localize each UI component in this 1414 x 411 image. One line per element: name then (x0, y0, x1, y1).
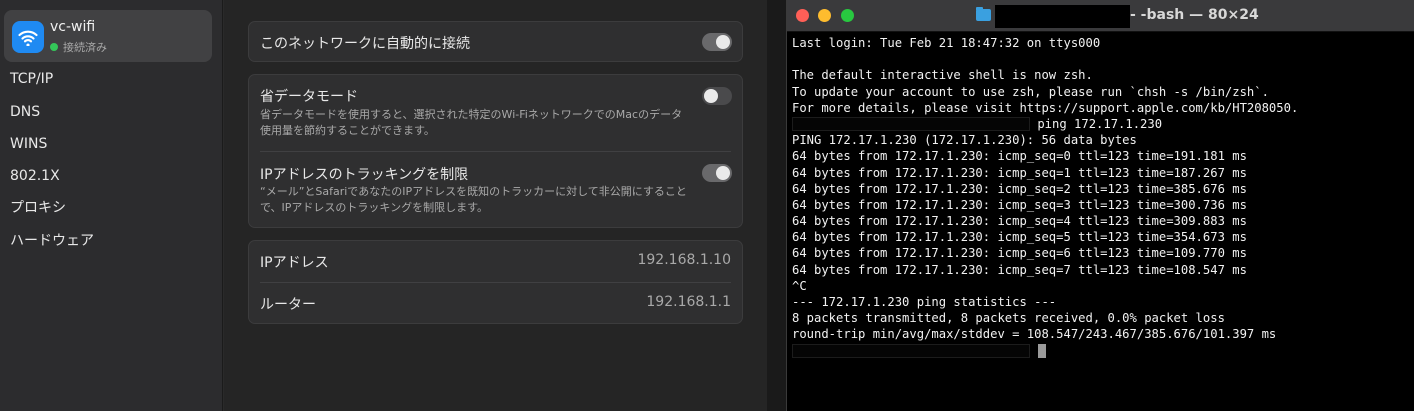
privacy-group: 省データモード 省データモードを使用すると、選択された特定のWi-Fiネットワー… (248, 74, 743, 228)
terminal-line: ^C (792, 278, 807, 293)
auto-join-group: このネットワークに自動的に接続 (248, 21, 743, 62)
sidebar-item-wins[interactable]: WINS (10, 134, 47, 154)
terminal-line: PING 172.17.1.230 (172.17.1.230): 56 dat… (792, 133, 1137, 148)
network-status-label: 接続済み (63, 41, 107, 54)
terminal-title: - -bash — 80×24 (1130, 7, 1259, 23)
low-data-mode-toggle[interactable] (702, 87, 732, 105)
terminal-line: 64 bytes from 172.17.1.230: icmp_seq=4 t… (792, 214, 1247, 229)
close-button[interactable] (796, 9, 809, 22)
terminal-line: 64 bytes from 172.17.1.230: icmp_seq=5 t… (792, 230, 1247, 245)
terminal-line: 64 bytes from 172.17.1.230: icmp_seq=6 t… (792, 246, 1247, 261)
auto-join-label: このネットワークに自動的に接続 (260, 36, 470, 52)
terminal-prompt-line: ping 172.17.1.230 (792, 116, 1410, 132)
terminal-line: round-trip min/avg/max/stddev = 108.547/… (792, 327, 1277, 342)
ip-address-value: 192.168.1.10 (637, 252, 731, 268)
settings-content: このネットワークに自動的に接続 省データモード 省データモードを使用すると、選択… (224, 0, 767, 411)
network-name: vc-wifi (50, 19, 96, 35)
window-gap (767, 0, 786, 411)
router-value: 192.168.1.1 (646, 294, 731, 310)
terminal-line: 64 bytes from 172.17.1.230: icmp_seq=0 t… (792, 149, 1247, 164)
terminal-line: To update your account to use zsh, pleas… (792, 84, 1269, 99)
zoom-button[interactable] (841, 9, 854, 22)
terminal-line: --- 172.17.1.230 ping statistics --- (792, 295, 1057, 309)
terminal-command: ping 172.17.1.230 (1030, 116, 1163, 131)
redacted-prompt (792, 344, 1030, 359)
terminal-titlebar[interactable]: - -bash — 80×24 (787, 0, 1414, 32)
sidebar-item-hardware[interactable]: ハードウェア (10, 231, 94, 251)
sidebar-item-tcpip[interactable]: TCP/IP (10, 69, 53, 89)
network-card-vc-wifi[interactable]: vc-wifi 接続済み (4, 10, 212, 62)
auto-join-toggle[interactable] (702, 33, 732, 51)
terminal-line: 64 bytes from 172.17.1.230: icmp_seq=1 t… (792, 165, 1247, 180)
settings-sidebar: vc-wifi 接続済み TCP/IP DNS WINS 802.1X プロキシ… (0, 0, 223, 411)
network-settings-window: vc-wifi 接続済み TCP/IP DNS WINS 802.1X プロキシ… (0, 0, 767, 411)
limit-ip-tracking-description: “メール”とSafariであなたのIPアドレスを既知のトラッカーに対して非公開に… (260, 185, 687, 214)
wifi-icon (12, 21, 44, 53)
connected-dot-icon (50, 43, 58, 51)
row-separator (260, 151, 731, 152)
ip-address-label: IPアドレス (260, 255, 329, 271)
minimize-button[interactable] (818, 9, 831, 22)
terminal-line: 8 packets transmitted, 8 packets receive… (792, 311, 1225, 326)
terminal-line: 64 bytes from 172.17.1.230: icmp_seq=7 t… (792, 262, 1247, 277)
terminal-line: For more details, please visit https://s… (792, 100, 1299, 115)
terminal-line: The default interactive shell is now zsh… (792, 68, 1093, 83)
sidebar-item-8021x[interactable]: 802.1X (10, 166, 60, 186)
redacted-prompt (792, 117, 1030, 132)
low-data-mode-description: 省データモードを使用すると、選択された特定のWi-FiネットワークでのMacのデ… (260, 108, 683, 137)
terminal-line: 64 bytes from 172.17.1.230: icmp_seq=2 t… (792, 181, 1247, 196)
low-data-mode-label: 省データモード (260, 89, 358, 105)
terminal-window: - -bash — 80×24 Last login: Tue Feb 21 1… (786, 0, 1414, 411)
address-group: IPアドレス 192.168.1.10 ルーター 192.168.1.1 (248, 240, 743, 324)
terminal-output[interactable]: Last login: Tue Feb 21 18:47:32 on ttys0… (792, 35, 1410, 359)
redacted-title-block (995, 5, 1130, 28)
limit-ip-tracking-label: IPアドレスのトラッキングを制限 (260, 167, 469, 183)
wifi-glyph (18, 30, 38, 46)
router-label: ルーター (260, 297, 316, 313)
sidebar-item-dns[interactable]: DNS (10, 102, 40, 122)
terminal-prompt-line (792, 343, 1410, 359)
limit-ip-tracking-toggle[interactable] (702, 164, 732, 182)
sidebar-item-proxy[interactable]: プロキシ (10, 198, 66, 218)
text-cursor (1038, 344, 1046, 359)
network-status: 接続済み (50, 39, 107, 55)
terminal-line: Last login: Tue Feb 21 18:47:32 on ttys0… (792, 36, 1101, 50)
folder-icon (976, 7, 991, 21)
terminal-line: 64 bytes from 172.17.1.230: icmp_seq=3 t… (792, 197, 1247, 212)
row-separator (260, 282, 731, 283)
